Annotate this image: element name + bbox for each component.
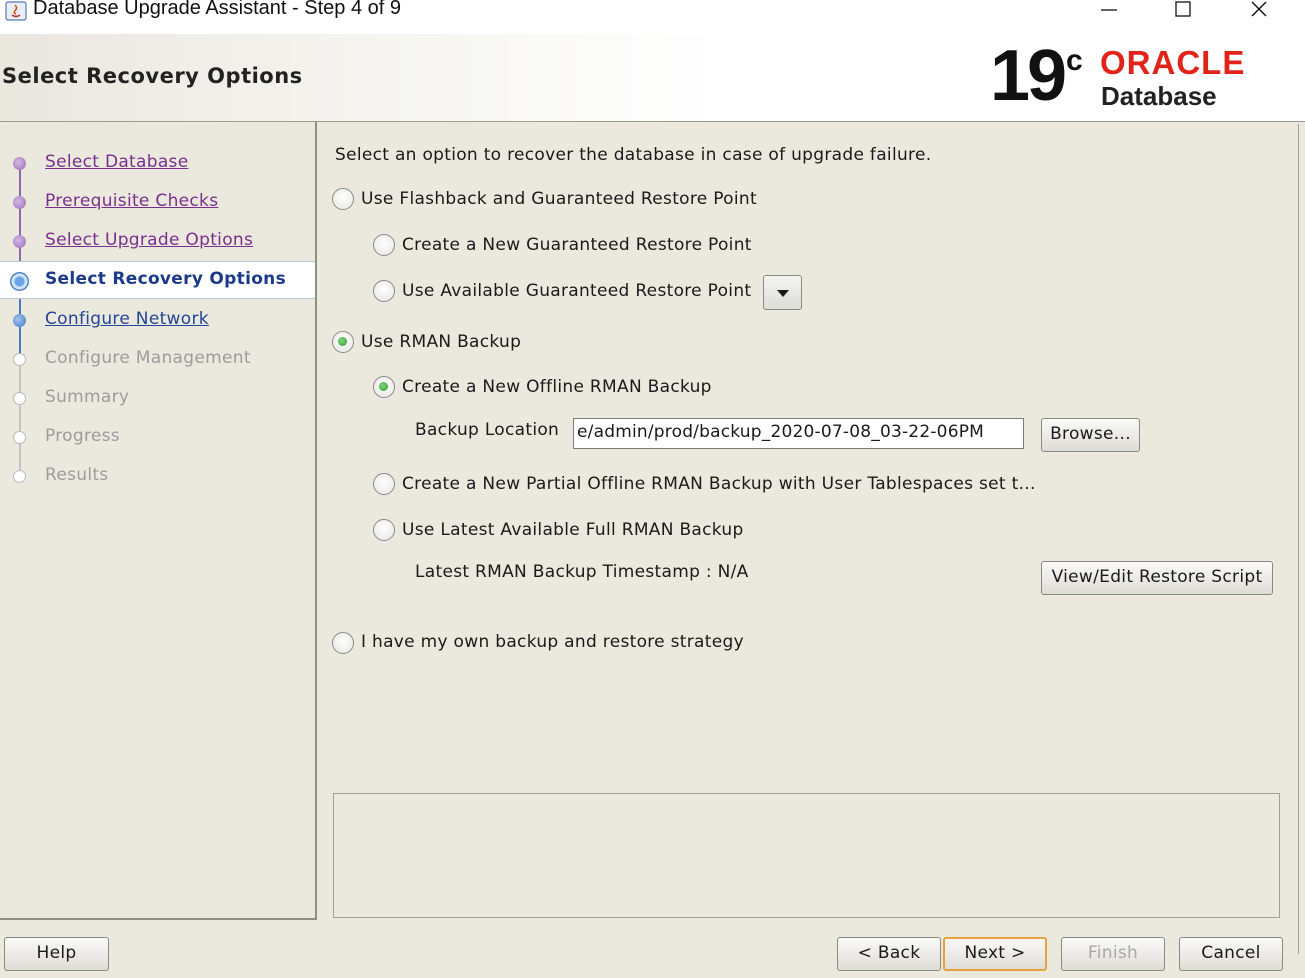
backup-location-input[interactable]: e/admin/prod/backup_2020-07-08_03-22-06P… (573, 418, 1024, 449)
step-visited-icon (13, 196, 26, 209)
create-restore-point-radio[interactable] (373, 234, 395, 256)
step-current-icon (10, 272, 29, 291)
maximize-icon (1175, 1, 1191, 17)
nav-item-label: Select Recovery Options (45, 269, 286, 289)
nav-item-configure-network[interactable]: Configure Network (0, 301, 315, 339)
help-button[interactable]: Help (4, 937, 109, 971)
nav-item-select-upgrade-options[interactable]: Select Upgrade Options (0, 222, 315, 260)
nav-item-label: Select Upgrade Options (45, 230, 254, 250)
nav-item-label: Summary (45, 387, 130, 407)
restore-point-dropdown[interactable] (763, 275, 802, 310)
header-banner: Select Recovery Options 19 c ORACLE Data… (0, 34, 1305, 122)
nav-item-results: Results (0, 457, 315, 495)
flashback-radio[interactable] (332, 188, 354, 210)
step-pending-icon (13, 470, 26, 483)
minimize-button[interactable] (1086, 0, 1132, 26)
step-visited-icon (13, 235, 26, 248)
partial-rman-backup-radio[interactable] (373, 473, 395, 495)
own-strategy-label[interactable]: I have my own backup and restore strateg… (361, 632, 744, 652)
nav-item-select-database[interactable]: Select Database (0, 144, 315, 182)
rman-backup-radio[interactable] (332, 331, 354, 353)
logo-product: Database (1101, 81, 1217, 111)
step-next-icon (13, 314, 26, 327)
logo-version: 19 (990, 36, 1067, 116)
window-titlebar: Database Upgrade Assistant - Step 4 of 9 (0, 0, 1305, 34)
right-edge-divider (1298, 124, 1299, 954)
step-pending-icon (13, 431, 26, 444)
nav-item-label: Progress (45, 426, 120, 446)
partial-rman-backup-label[interactable]: Create a New Partial Offline RMAN Backup… (402, 474, 1036, 494)
create-restore-point-label[interactable]: Create a New Guaranteed Restore Point (402, 235, 752, 255)
minimize-icon (1101, 9, 1117, 11)
backup-location-label: Backup Location (415, 420, 560, 440)
rman-backup-label[interactable]: Use RMAN Backup (361, 332, 521, 352)
java-app-icon (5, 1, 27, 21)
page-title: Select Recovery Options (2, 64, 303, 88)
window-title: Database Upgrade Assistant - Step 4 of 9 (33, 0, 401, 19)
offline-rman-backup-label[interactable]: Create a New Offline RMAN Backup (402, 377, 712, 397)
nav-item-summary: Summary (0, 379, 315, 417)
step-visited-icon (13, 157, 26, 170)
instruction-text: Select an option to recover the database… (335, 145, 932, 165)
nav-item-configure-management: Configure Management (0, 340, 315, 378)
nav-item-label: Results (45, 465, 109, 485)
steps-sidebar: Select Database Prerequisite Checks Sele… (0, 122, 317, 920)
available-restore-point-radio[interactable] (373, 280, 395, 302)
nav-item-prerequisite-checks[interactable]: Prerequisite Checks (0, 183, 315, 221)
step-pending-icon (13, 392, 26, 405)
step-pending-icon (13, 353, 26, 366)
nav-item-label: Prerequisite Checks (45, 191, 219, 211)
maximize-button[interactable] (1160, 0, 1206, 26)
nav-item-label: Configure Network (45, 309, 209, 329)
own-strategy-radio[interactable] (332, 632, 354, 654)
cancel-button[interactable]: Cancel (1179, 937, 1283, 971)
nav-item-progress: Progress (0, 418, 315, 456)
rman-timestamp-text: Latest RMAN Backup Timestamp : N/A (415, 562, 749, 582)
offline-rman-backup-radio[interactable] (373, 376, 395, 398)
available-restore-point-label[interactable]: Use Available Guaranteed Restore Point (402, 281, 751, 301)
flashback-label[interactable]: Use Flashback and Guaranteed Restore Poi… (361, 189, 757, 209)
close-icon (1251, 1, 1267, 17)
logo-brand: ORACLE (1100, 44, 1246, 81)
latest-rman-backup-label[interactable]: Use Latest Available Full RMAN Backup (402, 520, 744, 540)
nav-item-label: Select Database (45, 152, 189, 172)
browse-button[interactable]: Browse... (1041, 418, 1140, 452)
back-button[interactable]: < Back (837, 937, 941, 971)
view-edit-restore-script-button[interactable]: View/Edit Restore Script (1041, 561, 1273, 595)
finish-button: Finish (1061, 937, 1165, 971)
nav-item-select-recovery-options[interactable]: Select Recovery Options (0, 261, 315, 299)
next-button[interactable]: Next > (943, 937, 1047, 971)
close-button[interactable] (1236, 0, 1282, 26)
logo-superscript: c (1066, 44, 1083, 77)
latest-rman-backup-radio[interactable] (373, 519, 395, 541)
nav-item-label: Configure Management (45, 348, 251, 368)
message-panel (333, 793, 1280, 918)
